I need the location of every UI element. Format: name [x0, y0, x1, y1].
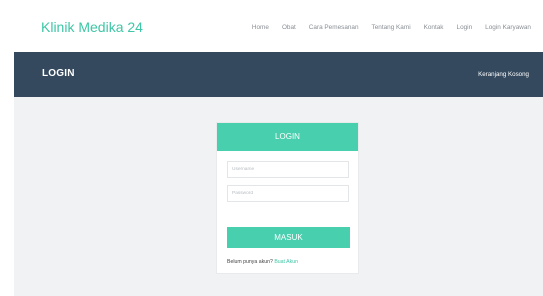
signup-prompt: Belum punya akun? Buat Akun	[227, 259, 298, 265]
username-input[interactable]	[227, 161, 349, 178]
site-brand[interactable]: Klinik Medika 24	[41, 19, 143, 35]
password-input[interactable]	[227, 185, 349, 202]
cart-status-link[interactable]: Keranjang Kosong	[478, 71, 529, 78]
masuk-button[interactable]: MASUK	[227, 227, 350, 248]
page-frame: Klinik Medika 24 Home Obat Cara Pemesana…	[14, 0, 543, 296]
nav-cara-pemesanan[interactable]: Cara Pemesanan	[309, 24, 359, 31]
nav-tentang-kami[interactable]: Tentang Kami	[372, 24, 411, 31]
main-nav: Home Obat Cara Pemesanan Tentang Kami Ko…	[252, 24, 531, 31]
page-title: LOGIN	[42, 68, 75, 79]
signup-prompt-text: Belum punya akun?	[227, 259, 273, 265]
nav-home[interactable]: Home	[252, 24, 269, 31]
nav-login[interactable]: Login	[457, 24, 473, 31]
page-title-bar: LOGIN Keranjang Kosong	[14, 52, 543, 97]
login-card: LOGIN MASUK Belum punya akun? Buat Akun	[216, 122, 359, 274]
nav-login-karyawan[interactable]: Login Karyawan	[485, 24, 531, 31]
nav-kontak[interactable]: Kontak	[424, 24, 444, 31]
create-account-link[interactable]: Buat Akun	[274, 259, 298, 265]
top-header: Klinik Medika 24 Home Obat Cara Pemesana…	[14, 0, 543, 52]
nav-obat[interactable]: Obat	[282, 24, 296, 31]
login-card-heading: LOGIN	[217, 123, 358, 151]
